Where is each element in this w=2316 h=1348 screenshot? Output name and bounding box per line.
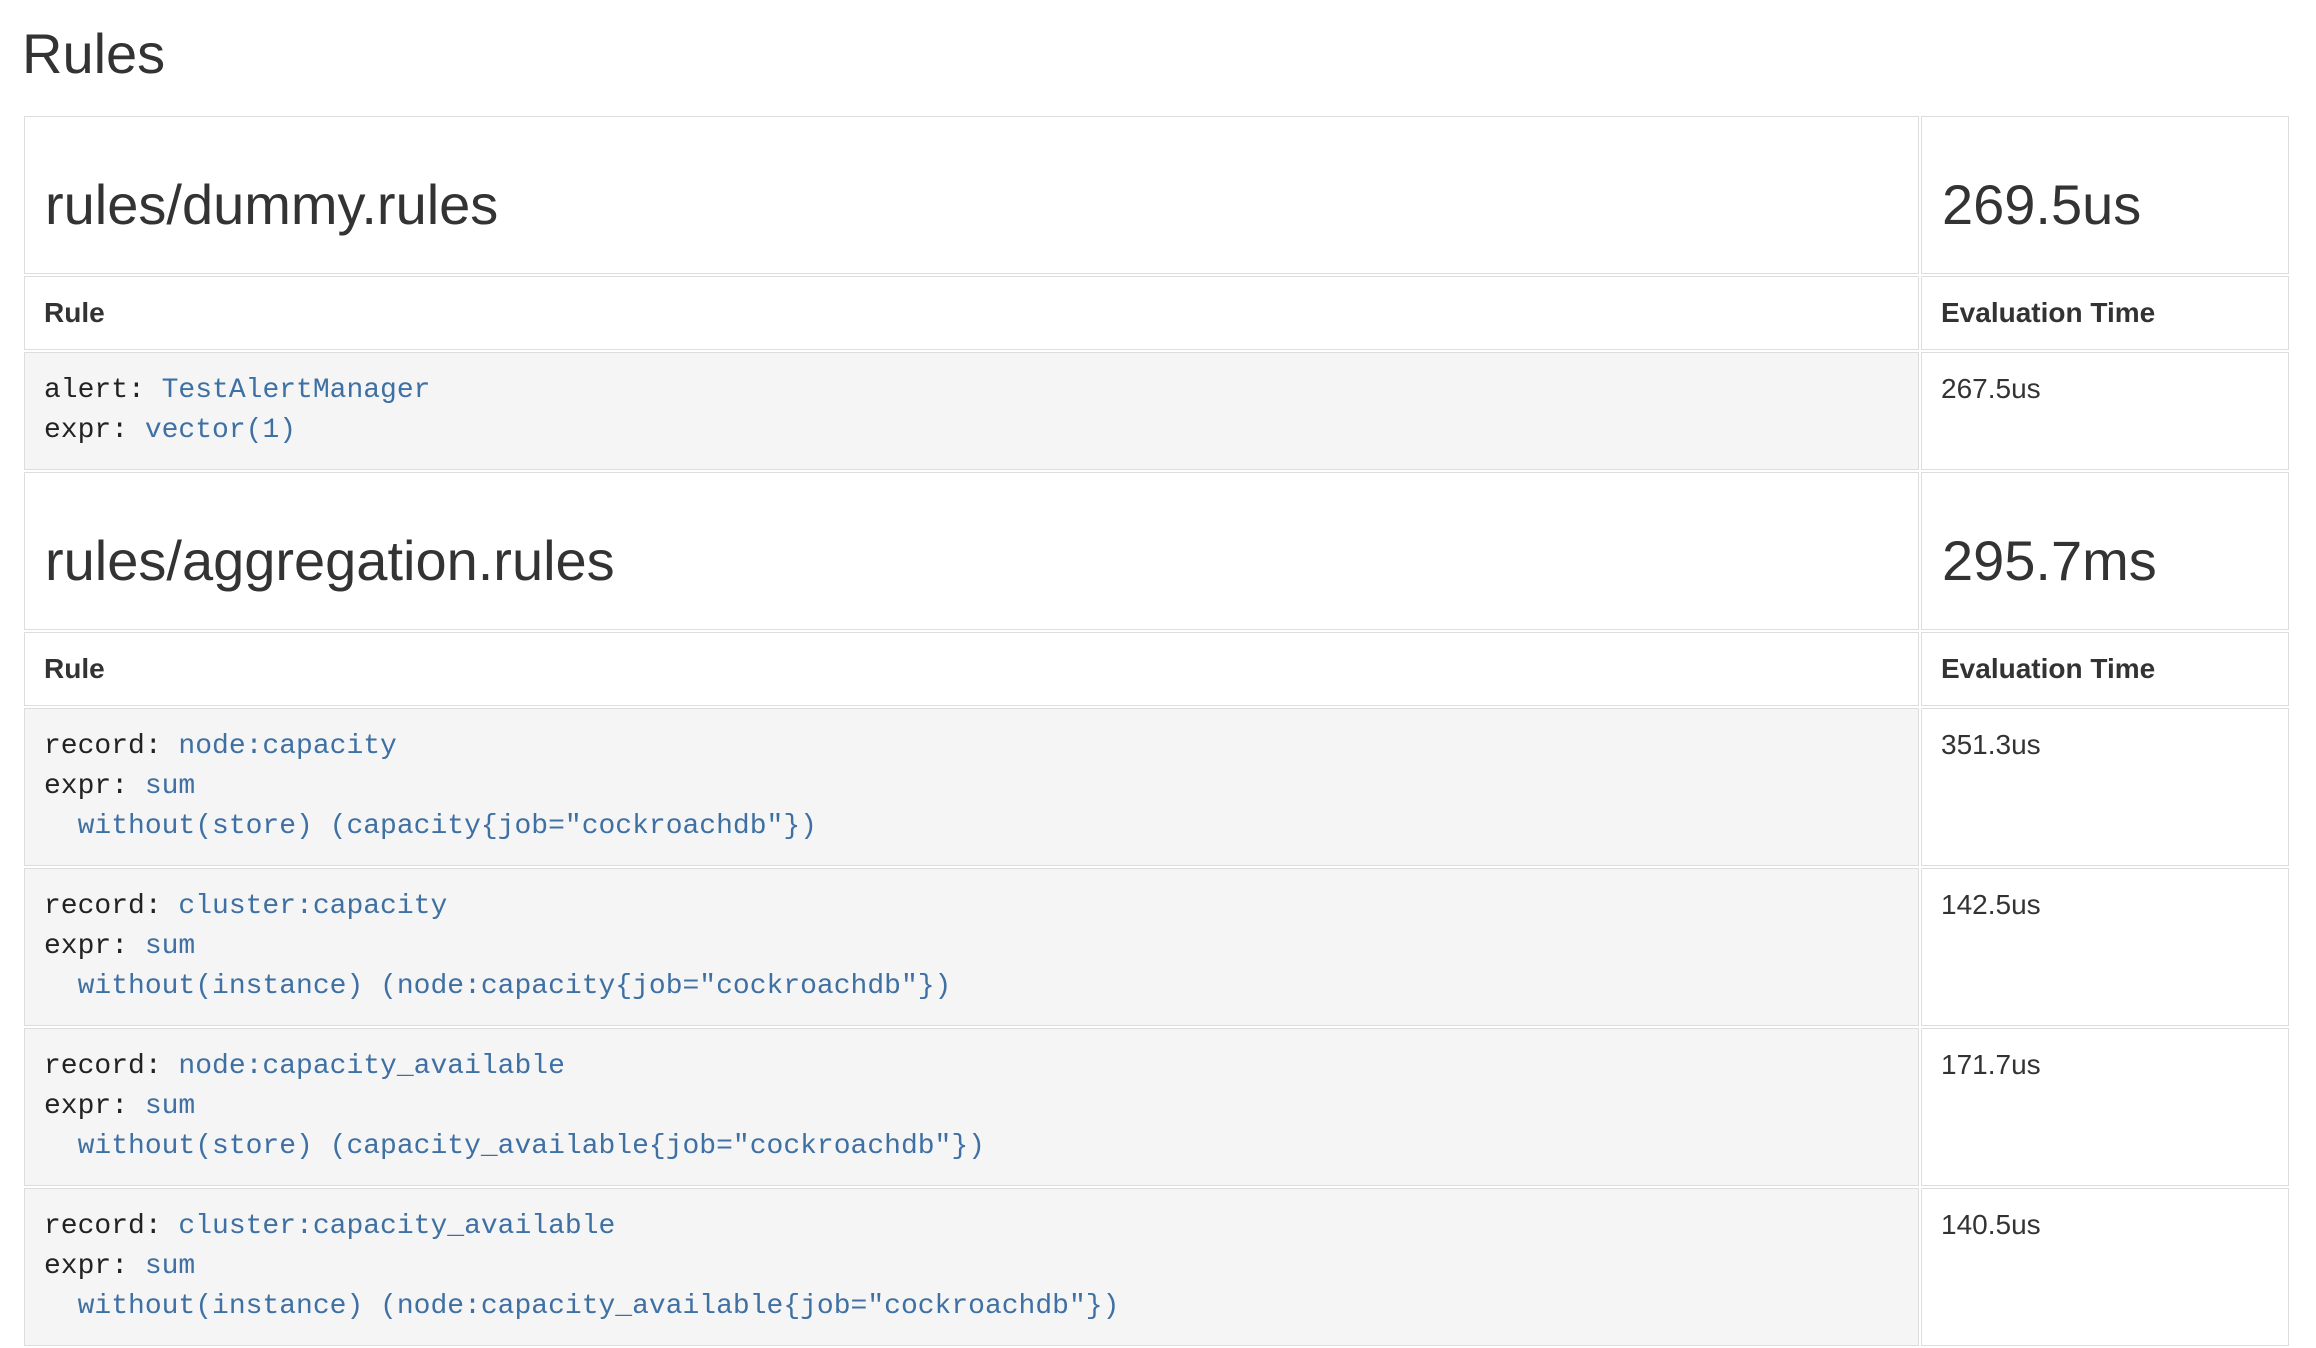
- rule-group-file: rules/dummy.rules: [45, 173, 1898, 237]
- rule-keyword-text: expr:: [44, 771, 145, 802]
- group-evaluation-total: 295.7ms: [1942, 529, 2268, 593]
- rule-keyword-text: expr:: [44, 1091, 145, 1122]
- evaluation-time-column-header: Evaluation Time: [1921, 632, 2289, 706]
- rule-definition-cell: record: cluster:capacity expr: sum witho…: [24, 868, 1919, 1026]
- column-header-row: RuleEvaluation Time: [24, 276, 2289, 350]
- rule-definition-cell: alert: TestAlertManager expr: vector(1): [24, 352, 1919, 470]
- page-title: Rules: [22, 22, 2291, 86]
- promql-expression-link[interactable]: sum without(instance) (node:capacity_ava…: [44, 1251, 1119, 1322]
- rule-definition: record: cluster:capacity expr: sum witho…: [25, 869, 1918, 1025]
- promql-expression-link[interactable]: sum without(store) (capacity_available{j…: [44, 1091, 985, 1162]
- group-evaluation-total: 269.5us: [1942, 173, 2268, 237]
- rule-definition: alert: TestAlertManager expr: vector(1): [25, 353, 1918, 469]
- rule-definition-cell: record: node:capacity expr: sum without(…: [24, 708, 1919, 866]
- rule-group-file-cell: rules/aggregation.rules: [24, 472, 1919, 630]
- rule-row: record: cluster:capacity expr: sum witho…: [24, 868, 2289, 1026]
- rule-definition-cell: record: cluster:capacity_available expr:…: [24, 1188, 1919, 1346]
- rule-keyword-text: expr:: [44, 1251, 145, 1282]
- rule-evaluation-time: 351.3us: [1921, 708, 2289, 866]
- rules-table-body: rules/dummy.rules269.5usRuleEvaluation T…: [24, 116, 2289, 1346]
- rule-keyword-text: record:: [44, 891, 178, 922]
- promql-expression-link[interactable]: cluster:capacity_available: [178, 1211, 615, 1242]
- rule-evaluation-time: 140.5us: [1921, 1188, 2289, 1346]
- rule-keyword-text: expr:: [44, 415, 145, 446]
- rule-keyword-text: record:: [44, 1211, 178, 1242]
- promql-expression-link[interactable]: vector(1): [145, 415, 296, 446]
- rule-row: alert: TestAlertManager expr: vector(1)2…: [24, 352, 2289, 470]
- rule-keyword-text: alert:: [44, 375, 162, 406]
- rule-row: record: node:capacity_available expr: su…: [24, 1028, 2289, 1186]
- rule-definition-cell: record: node:capacity_available expr: su…: [24, 1028, 1919, 1186]
- rule-column-header: Rule: [24, 276, 1919, 350]
- promql-expression-link[interactable]: sum without(instance) (node:capacity{job…: [44, 931, 951, 1002]
- rule-keyword-text: record:: [44, 731, 178, 762]
- rule-definition: record: node:capacity_available expr: su…: [25, 1029, 1918, 1185]
- evaluation-time-column-header: Evaluation Time: [1921, 276, 2289, 350]
- rule-row: record: node:capacity expr: sum without(…: [24, 708, 2289, 866]
- rule-evaluation-time: 171.7us: [1921, 1028, 2289, 1186]
- promql-expression-link[interactable]: node:capacity_available: [178, 1051, 564, 1082]
- rule-keyword-text: record:: [44, 1051, 178, 1082]
- rule-column-header: Rule: [24, 632, 1919, 706]
- promql-expression-link[interactable]: TestAlertManager: [162, 375, 431, 406]
- column-header-row: RuleEvaluation Time: [24, 632, 2289, 706]
- rule-group-evaluation-cell: 269.5us: [1921, 116, 2289, 274]
- rule-definition: record: node:capacity expr: sum without(…: [25, 709, 1918, 865]
- rules-table: rules/dummy.rules269.5usRuleEvaluation T…: [22, 114, 2291, 1348]
- rule-row: record: cluster:capacity_available expr:…: [24, 1188, 2289, 1346]
- rule-group-header-row: rules/aggregation.rules 295.7ms: [24, 472, 2289, 630]
- rule-group-file-cell: rules/dummy.rules: [24, 116, 1919, 274]
- promql-expression-link[interactable]: cluster:capacity: [178, 891, 447, 922]
- promql-expression-link[interactable]: node:capacity: [178, 731, 396, 762]
- rule-evaluation-time: 142.5us: [1921, 868, 2289, 1026]
- rule-group-header-row: rules/dummy.rules 269.5us: [24, 116, 2289, 274]
- rule-group-file: rules/aggregation.rules: [45, 529, 1898, 593]
- promql-expression-link[interactable]: sum without(store) (capacity{job="cockro…: [44, 771, 817, 842]
- rule-evaluation-time: 267.5us: [1921, 352, 2289, 470]
- rule-group-evaluation-cell: 295.7ms: [1921, 472, 2289, 630]
- rule-keyword-text: expr:: [44, 931, 145, 962]
